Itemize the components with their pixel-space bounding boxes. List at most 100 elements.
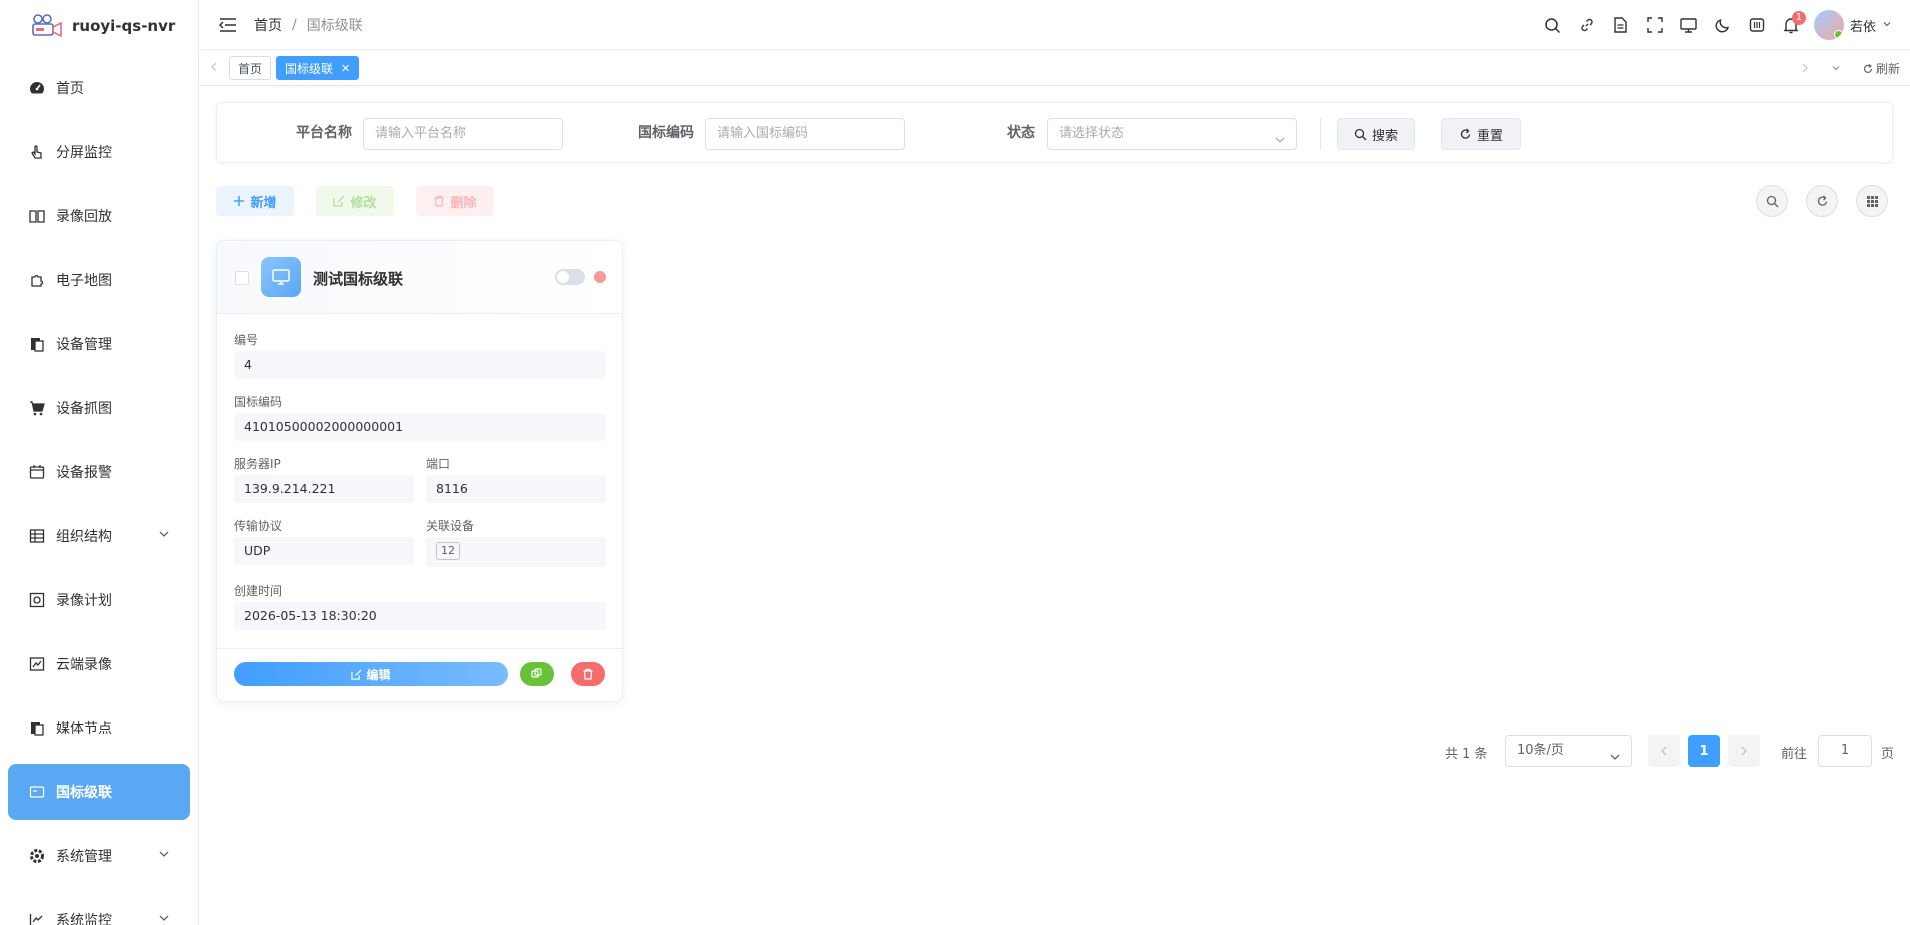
id-card-icon bbox=[28, 783, 46, 801]
tags-scroll-right-icon[interactable] bbox=[1801, 62, 1809, 76]
monitor-chart-icon bbox=[28, 911, 46, 925]
gb-code-label: 国标编码 bbox=[638, 125, 694, 141]
devices-label: 关联设备 bbox=[426, 519, 475, 533]
sidebar-item-gb-cascade[interactable]: 国标级联 bbox=[8, 764, 190, 820]
sidebar-item-label: 国标级联 bbox=[56, 785, 112, 801]
platform-name-input[interactable]: 请输入平台名称 bbox=[363, 118, 563, 150]
next-page-button[interactable] bbox=[1728, 735, 1760, 767]
card-delete-button[interactable] bbox=[571, 662, 605, 686]
tag-home[interactable]: 首页 bbox=[229, 56, 272, 80]
breadcrumb-current: 国标级联 bbox=[306, 17, 363, 34]
gb-code-input[interactable]: 请输入国标编码 bbox=[705, 118, 905, 150]
puzzle-icon bbox=[28, 271, 46, 289]
sidebar-item-system[interactable]: 系统管理 bbox=[8, 828, 190, 884]
reset-button-label: 重置 bbox=[1476, 128, 1503, 144]
goto-label: 前往 bbox=[1781, 747, 1808, 762]
status-select[interactable]: 请选择状态 bbox=[1047, 118, 1297, 150]
sidebar-item-label: 首页 bbox=[56, 81, 84, 97]
search-button[interactable]: 搜索 bbox=[1337, 118, 1415, 150]
chevron-down-icon bbox=[158, 848, 170, 864]
card-edit-label: 编辑 bbox=[366, 667, 391, 682]
tags-dropdown-icon[interactable] bbox=[1831, 62, 1841, 76]
reset-button[interactable]: 重置 bbox=[1441, 118, 1521, 150]
sidebar-item-label: 设备管理 bbox=[56, 337, 112, 353]
device-count-tag[interactable]: 12 bbox=[436, 542, 460, 560]
sidebar-item-org[interactable]: 组织结构 bbox=[8, 508, 190, 564]
chevron-down-icon bbox=[1882, 17, 1892, 33]
prev-page-button[interactable] bbox=[1648, 735, 1680, 767]
sidebar-item-home[interactable]: 首页 bbox=[8, 60, 190, 116]
refresh-icon bbox=[1460, 128, 1471, 139]
sidebar-item-snapshot[interactable]: 设备抓图 bbox=[8, 380, 190, 436]
clipboard-icon bbox=[28, 719, 46, 737]
cascade-card: 测试国标级联 编号 4 国标编码 41010500002000000001 服务… bbox=[216, 240, 623, 702]
clipboard-icon bbox=[28, 335, 46, 353]
port-label: 端口 bbox=[426, 457, 451, 471]
sidebar-item-device-manage[interactable]: 设备管理 bbox=[8, 316, 190, 372]
sidebar-item-monitor[interactable]: 系统监控 bbox=[8, 892, 190, 925]
card-header: 测试国标级联 bbox=[217, 241, 622, 314]
hamburger-icon[interactable] bbox=[218, 15, 238, 35]
breadcrumb-home[interactable]: 首页 bbox=[254, 15, 282, 35]
sidebar-item-record-plan[interactable]: 录像计划 bbox=[8, 572, 190, 628]
sidebar-item-label: 分屏监控 bbox=[56, 145, 112, 161]
card-edit-button[interactable]: 编辑 bbox=[234, 662, 508, 686]
logo[interactable]: ruoyi-qs-nvr bbox=[0, 0, 198, 52]
add-button[interactable]: 新增 bbox=[216, 186, 294, 216]
grid-icon bbox=[1866, 195, 1878, 207]
page-number-current[interactable]: 1 bbox=[1688, 735, 1720, 767]
sidebar-item-split-monitor[interactable]: 分屏监控 bbox=[8, 124, 190, 180]
enable-switch[interactable] bbox=[555, 269, 585, 285]
document-icon[interactable] bbox=[1604, 8, 1638, 42]
sidebar-item-label: 设备抓图 bbox=[56, 401, 112, 417]
sidebar-item-label: 电子地图 bbox=[56, 273, 112, 289]
delete-button-label: 删除 bbox=[450, 195, 477, 211]
sidebar-item-label: 系统管理 bbox=[56, 849, 112, 865]
sidebar-item-cloud-record[interactable]: 云端录像 bbox=[8, 636, 190, 692]
copy-icon bbox=[531, 668, 542, 678]
sidebar-item-alarm[interactable]: 设备报警 bbox=[8, 444, 190, 500]
refresh-list-button[interactable] bbox=[1806, 185, 1838, 217]
user-menu[interactable]: 若依 bbox=[1813, 10, 1892, 40]
navbar-actions: 1 若依 bbox=[1536, 0, 1892, 50]
chevron-down-icon bbox=[1274, 128, 1286, 158]
sidebar-item-map[interactable]: 电子地图 bbox=[8, 252, 190, 308]
close-icon[interactable]: ✕ bbox=[341, 62, 350, 75]
breadcrumb-separator: / bbox=[292, 16, 297, 33]
code-label: 国标编码 bbox=[234, 395, 283, 409]
platform-name-label: 平台名称 bbox=[296, 125, 352, 141]
card-checkbox[interactable] bbox=[235, 271, 249, 285]
sidebar-item-media-node[interactable]: 媒体节点 bbox=[8, 700, 190, 756]
delete-toolbar-button[interactable]: 删除 bbox=[416, 186, 494, 216]
bell-icon[interactable]: 1 bbox=[1774, 8, 1808, 42]
page-size-select[interactable]: 10条/页 bbox=[1505, 735, 1632, 767]
card-copy-button[interactable] bbox=[520, 662, 554, 686]
status-label: 状态 bbox=[1007, 125, 1035, 141]
screen-icon[interactable] bbox=[1672, 8, 1706, 42]
created-label: 创建时间 bbox=[234, 584, 283, 598]
layout-icon[interactable] bbox=[1740, 8, 1774, 42]
tag-gb-cascade[interactable]: 国标级联 ✕ bbox=[276, 56, 360, 80]
cart-icon bbox=[28, 399, 46, 417]
sidebar-item-label: 录像计划 bbox=[56, 593, 112, 609]
search-icon[interactable] bbox=[1536, 8, 1570, 42]
tags-actions: 刷新 bbox=[1779, 51, 1900, 86]
moon-icon[interactable] bbox=[1706, 8, 1740, 42]
server-ip-label: 服务器IP bbox=[234, 457, 281, 471]
notification-badge: 1 bbox=[1791, 11, 1806, 25]
toggle-search-button[interactable] bbox=[1756, 185, 1788, 217]
refresh-button[interactable]: 刷新 bbox=[1863, 60, 1900, 77]
columns-button[interactable] bbox=[1856, 185, 1888, 217]
edit-toolbar-button[interactable]: 修改 bbox=[316, 186, 394, 216]
chevron-down-icon bbox=[158, 912, 170, 925]
search-form: 平台名称 请输入平台名称 国标编码 请输入国标编码 状态 请选择状态 搜索 重置 bbox=[216, 102, 1893, 163]
tags-scroll-left-icon[interactable] bbox=[210, 61, 224, 75]
goto-page-input[interactable]: 1 bbox=[1818, 735, 1872, 767]
refresh-label: 刷新 bbox=[1875, 62, 1900, 76]
link-icon[interactable] bbox=[1570, 8, 1604, 42]
fullscreen-icon[interactable] bbox=[1638, 8, 1672, 42]
sidebar-item-playback[interactable]: 录像回放 bbox=[8, 188, 190, 244]
sidebar: ruoyi-qs-nvr 首页 分屏监控 录像回放 电子地图 设备管理 设备抓图 bbox=[0, 0, 199, 925]
gear-box-icon bbox=[28, 591, 46, 609]
id-value: 4 bbox=[234, 351, 606, 379]
